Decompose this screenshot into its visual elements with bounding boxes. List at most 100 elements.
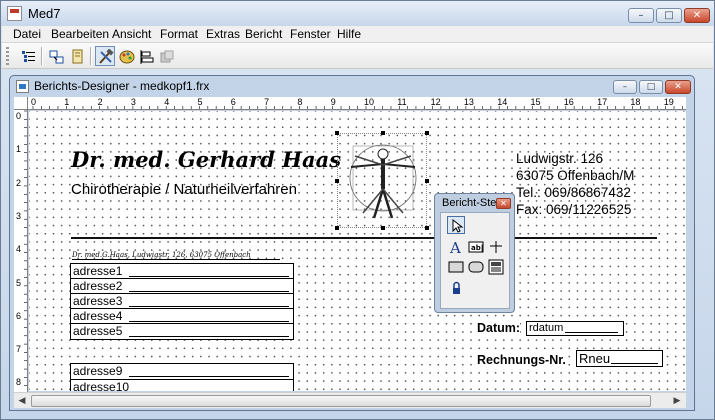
designer-title-bar[interactable]: Berichts-Designer - medkopf1.frx – □ ✕ bbox=[10, 76, 694, 97]
sender-line-label[interactable]: Dr. med.G.Haas, Ludwigstr. 126, 63075 Of… bbox=[72, 251, 280, 260]
ruler-h-label: 12 bbox=[430, 97, 441, 107]
rectangle-icon[interactable] bbox=[447, 258, 465, 276]
app-title: Med7 bbox=[28, 6, 61, 21]
ruler-h-label: 18 bbox=[630, 97, 641, 107]
maximize-button[interactable]: □ bbox=[656, 8, 682, 23]
menu-datei[interactable]: Datei bbox=[13, 27, 41, 41]
field-text: Rneu bbox=[579, 351, 611, 366]
report-page-icon[interactable] bbox=[67, 46, 87, 66]
address-street-label[interactable]: Ludwigstr. 126 bbox=[516, 151, 603, 166]
ruler-corner bbox=[14, 97, 28, 110]
ruler-v-label: 5 bbox=[16, 277, 22, 288]
field-text: adresse10 bbox=[73, 380, 130, 391]
color-palette-icon[interactable] bbox=[116, 46, 136, 66]
close-button[interactable]: ✕ bbox=[684, 8, 710, 23]
field-text: adresse3 bbox=[73, 294, 123, 308]
horizontal-scrollbar[interactable]: ◀ ▶ bbox=[14, 392, 686, 408]
menu-bearbeiten[interactable]: Bearbeiten bbox=[51, 27, 109, 41]
doctor-name-label[interactable]: Dr. med. Gerhard Haas bbox=[71, 147, 341, 172]
menu-bericht[interactable]: Bericht bbox=[245, 27, 282, 41]
report-controls-toolbox[interactable]: Bericht-Ste ✕ A ab| bbox=[434, 193, 515, 313]
toolbox-close-button[interactable]: ✕ bbox=[496, 198, 511, 209]
app-title-bar[interactable]: Med7 – □ ✕ bbox=[1, 1, 714, 26]
specialty-label[interactable]: Chirotherapie / Naturheilverfahren bbox=[71, 181, 297, 198]
field-underline bbox=[129, 276, 289, 277]
selection-handle[interactable] bbox=[335, 179, 339, 183]
toolbox-title: Bericht-Ste bbox=[442, 197, 497, 209]
selection-handle[interactable] bbox=[381, 131, 385, 135]
selection-handle[interactable] bbox=[425, 226, 429, 230]
selection-handle[interactable] bbox=[381, 226, 385, 230]
button-lock-icon[interactable] bbox=[447, 279, 465, 297]
ruler-h-label: 0 bbox=[31, 97, 37, 107]
date-label[interactable]: Datum: bbox=[477, 321, 521, 335]
menu-format[interactable]: Format bbox=[160, 27, 198, 41]
ruler-h-label: 9 bbox=[330, 97, 336, 107]
scrollbar-thumb[interactable] bbox=[31, 395, 651, 407]
toolbar-grip[interactable] bbox=[6, 47, 9, 65]
ruler-h-label: 16 bbox=[563, 97, 574, 107]
designer-minimize-button[interactable]: – bbox=[613, 80, 637, 94]
field-text: adresse1 bbox=[73, 264, 123, 278]
invoice-number-field[interactable]: Rneu bbox=[576, 350, 663, 367]
field-text: adresse9 bbox=[73, 364, 123, 378]
header-divider-line[interactable] bbox=[71, 237, 657, 239]
field-text: adresse5 bbox=[73, 324, 123, 338]
label-icon[interactable]: A bbox=[447, 238, 465, 256]
selection-handle[interactable] bbox=[425, 179, 429, 183]
tree-view-icon[interactable] bbox=[18, 46, 38, 66]
data-environment-icon[interactable] bbox=[46, 46, 66, 66]
scroll-left-button[interactable]: ◀ bbox=[14, 394, 30, 408]
rounded-rectangle-icon[interactable] bbox=[467, 258, 485, 276]
designer-title: Berichts-Designer - medkopf1.frx bbox=[34, 79, 210, 93]
menu-hilfe[interactable]: Hilfe bbox=[337, 27, 361, 41]
menu-extras[interactable]: Extras bbox=[206, 27, 240, 41]
ruler-h-label: 17 bbox=[597, 97, 608, 107]
layout-toolbar-icon[interactable] bbox=[136, 46, 156, 66]
selection-handle[interactable] bbox=[335, 131, 339, 135]
toolbar-separator bbox=[90, 47, 92, 65]
selection-handle[interactable] bbox=[335, 226, 339, 230]
address-field-10[interactable]: adresse10 bbox=[70, 379, 294, 391]
ruler-h-label: 8 bbox=[297, 97, 303, 107]
designer-close-button[interactable]: ✕ bbox=[665, 80, 691, 94]
menu-bar: Datei Bearbeiten Ansicht Format Extras B… bbox=[2, 26, 713, 43]
field-text: adresse4 bbox=[73, 309, 123, 323]
address-field-5[interactable]: adresse5 bbox=[70, 323, 294, 340]
app-icon bbox=[7, 6, 22, 21]
address-city-label[interactable]: 63075 Offenbach/M bbox=[516, 168, 634, 183]
ruler-h-label: 13 bbox=[463, 97, 474, 107]
vitruvian-man-logo[interactable] bbox=[335, 131, 429, 230]
pointer-icon[interactable] bbox=[447, 216, 465, 234]
field-underline bbox=[129, 306, 289, 307]
address-fax-label[interactable]: Fax: 069/11226525 bbox=[516, 202, 631, 217]
field-icon[interactable]: ab| bbox=[467, 238, 485, 256]
selection-handle[interactable] bbox=[425, 131, 429, 135]
field-underline bbox=[129, 336, 289, 337]
print-preview-disabled-icon[interactable] bbox=[156, 46, 176, 66]
ruler-v-label: 4 bbox=[16, 244, 22, 255]
menu-fenster[interactable]: Fenster bbox=[290, 27, 331, 41]
designer-maximize-button[interactable]: □ bbox=[639, 80, 663, 94]
picture-icon[interactable] bbox=[487, 258, 505, 276]
toolbar bbox=[2, 43, 713, 69]
invoice-number-label[interactable]: Rechnungs-Nr. bbox=[477, 353, 566, 367]
address-phone-label[interactable]: Tel.: 069/86867432 bbox=[516, 185, 631, 200]
address-field-9[interactable]: adresse9 bbox=[70, 363, 294, 380]
ruler-h-label: 2 bbox=[97, 97, 103, 107]
field-underline bbox=[129, 321, 289, 322]
minimize-button[interactable]: – bbox=[628, 8, 654, 23]
ruler-h-label: 19 bbox=[663, 97, 674, 107]
line-icon[interactable] bbox=[487, 238, 505, 256]
ruler-h-label: 5 bbox=[197, 97, 203, 107]
report-design-surface[interactable]: Dr. med. Gerhard Haas Chirotherapie / Na… bbox=[29, 111, 686, 391]
svg-text:ab|: ab| bbox=[471, 244, 483, 253]
field-text: adresse2 bbox=[73, 279, 123, 293]
ruler-h-label: 14 bbox=[497, 97, 508, 107]
menu-ansicht[interactable]: Ansicht bbox=[112, 27, 151, 41]
ruler-ticks bbox=[32, 106, 683, 109]
scroll-right-button[interactable]: ▶ bbox=[669, 394, 685, 408]
toolbox-body: A ab| bbox=[440, 212, 510, 309]
date-field[interactable]: rdatum bbox=[526, 321, 624, 336]
report-controls-toolbar-icon[interactable] bbox=[95, 46, 115, 66]
